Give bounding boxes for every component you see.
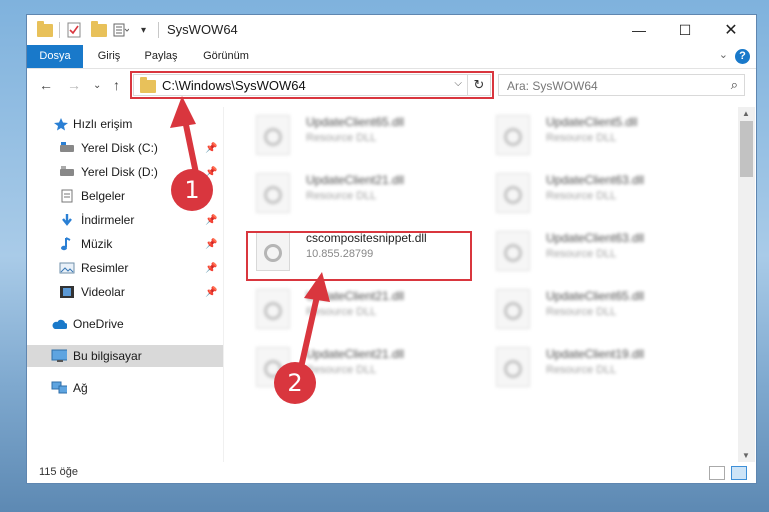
callout-badge-2: 2 [274, 362, 316, 404]
callout-badge-1: 1 [171, 169, 213, 211]
callout-arrows [170, 96, 330, 373]
arrow-1 [170, 96, 200, 179]
arrow-2 [297, 272, 330, 373]
